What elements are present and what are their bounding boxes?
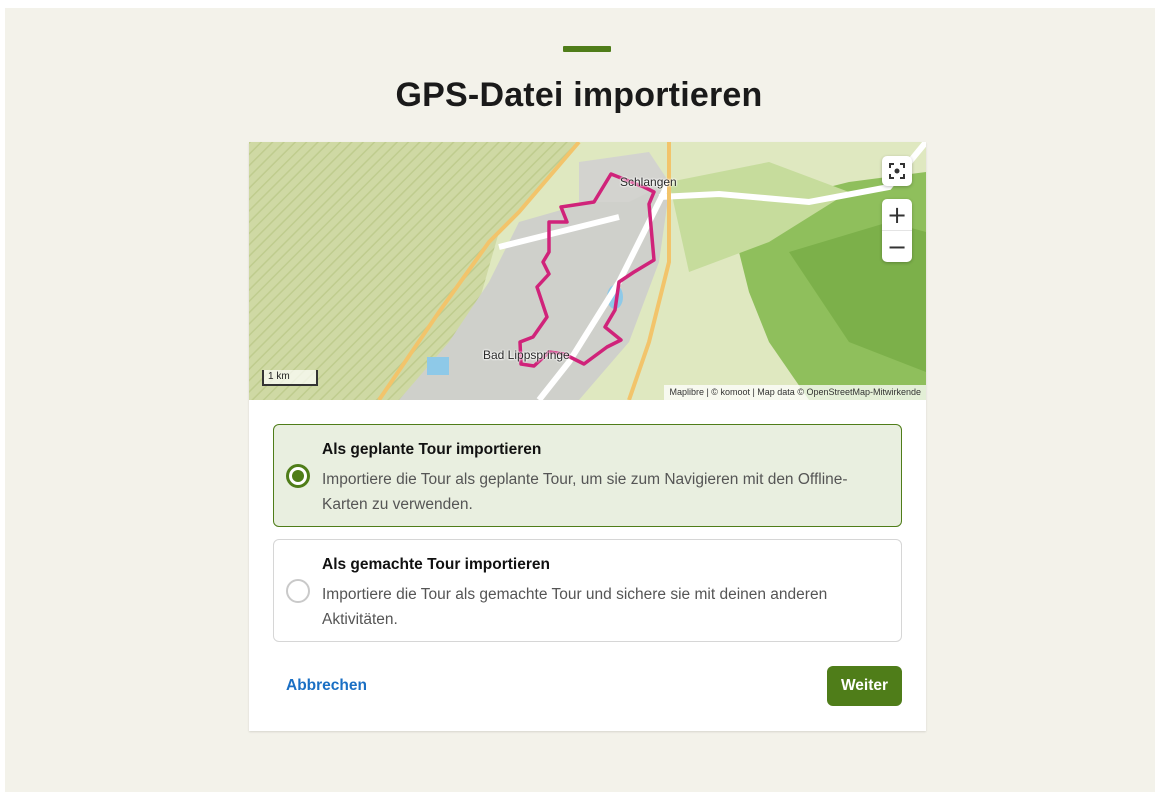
zoom-in-button[interactable]: + <box>882 199 912 231</box>
option-title: Als geplante Tour importieren <box>322 441 542 458</box>
radio-unselected-icon[interactable] <box>286 579 310 603</box>
cancel-button[interactable]: Abbrechen <box>286 677 367 695</box>
map-scale-bar: 1 km <box>262 370 318 386</box>
option-description: Importiere die Tour als gemachte Tour un… <box>322 586 828 628</box>
route-map[interactable]: Schlangen Bad Lippspringe + − 1 km Mapli… <box>249 142 926 400</box>
next-button[interactable]: Weiter <box>827 666 902 706</box>
title-accent-bar <box>563 46 611 52</box>
map-canvas <box>249 142 926 400</box>
locate-button[interactable] <box>882 156 912 186</box>
option-description: Importiere die Tour als geplante Tour, u… <box>322 471 848 513</box>
focus-icon <box>889 163 905 179</box>
import-dialog-card: Schlangen Bad Lippspringe + − 1 km Mapli… <box>249 142 926 731</box>
map-label-schlangen: Schlangen <box>620 175 677 189</box>
radio-selected-icon[interactable] <box>286 464 310 488</box>
zoom-control: + − <box>882 199 912 262</box>
pond <box>427 357 449 375</box>
option-title: Als gemachte Tour importieren <box>322 556 550 573</box>
map-label-bad-lippspringe: Bad Lippspringe <box>483 348 570 362</box>
page-title: GPS-Datei importieren <box>395 76 763 114</box>
option-planned-tour[interactable]: Als geplante Tour importieren Importiere… <box>273 424 902 527</box>
map-attribution: Maplibre | © komoot | Map data © OpenStr… <box>664 385 926 400</box>
zoom-out-button[interactable]: − <box>882 231 912 262</box>
option-completed-tour[interactable]: Als gemachte Tour importieren Importiere… <box>273 539 902 642</box>
